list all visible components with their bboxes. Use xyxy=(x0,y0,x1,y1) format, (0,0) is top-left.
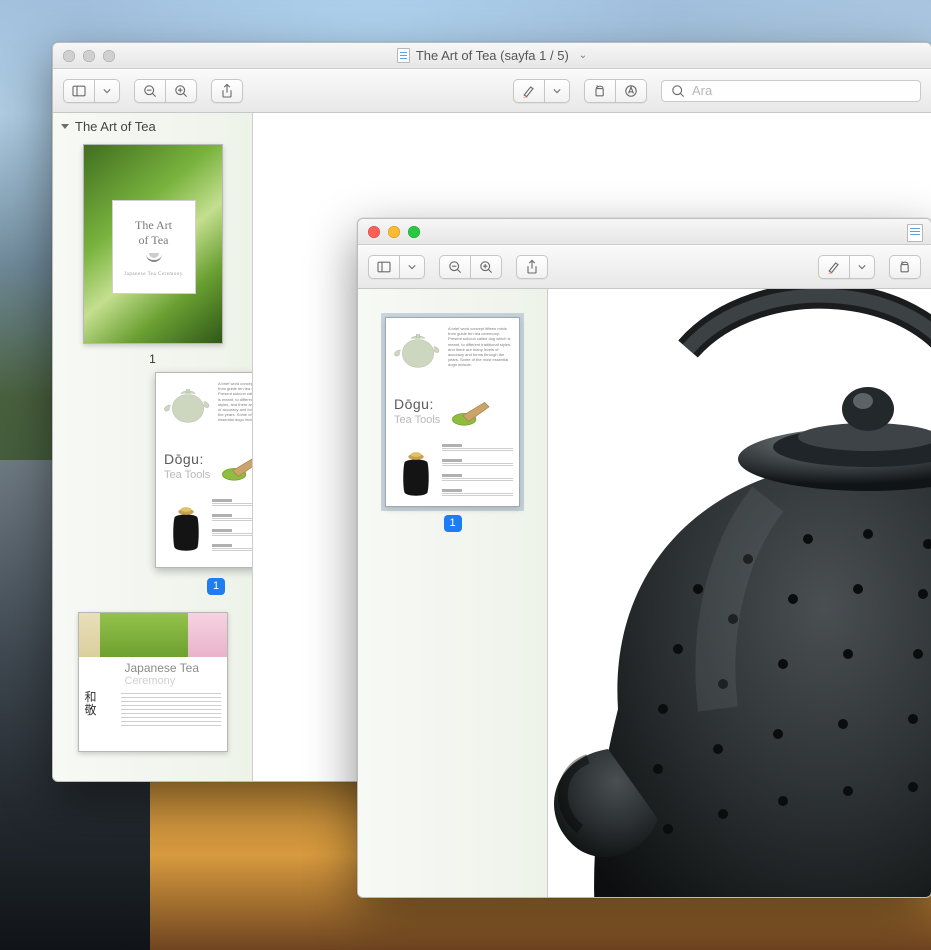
chevron-down-icon xyxy=(99,83,115,99)
rotate-icon xyxy=(897,259,913,275)
share-button[interactable] xyxy=(516,255,548,279)
sidebar-menu-button[interactable] xyxy=(399,255,425,279)
thumbnails-sidebar[interactable]: A brief word concept fifteen minis from … xyxy=(358,289,548,897)
zoom-out-button[interactable] xyxy=(134,79,165,103)
search-field[interactable]: Ara xyxy=(661,80,921,102)
sidebar-title[interactable]: The Art of Tea xyxy=(53,113,252,140)
zoom-out-icon xyxy=(142,83,158,99)
close-button[interactable] xyxy=(63,50,75,62)
highlight-menu-button[interactable] xyxy=(544,79,570,103)
zoom-out-button[interactable] xyxy=(439,255,470,279)
share-icon xyxy=(524,259,540,275)
sidebar-title-text: The Art of Tea xyxy=(75,119,156,134)
zoom-button[interactable] xyxy=(408,226,420,238)
zoom-in-icon xyxy=(478,259,494,275)
teapot-image xyxy=(548,289,931,897)
dragged-page-badge: 1 xyxy=(207,578,225,595)
cover-title-line2: of Tea xyxy=(139,233,169,248)
share-icon xyxy=(219,83,235,99)
markup-icon xyxy=(623,83,639,99)
page-badge-1: 1 xyxy=(444,515,462,532)
sidebar-toggle-button[interactable] xyxy=(368,255,399,279)
search-icon xyxy=(670,83,686,99)
rotate-button[interactable] xyxy=(889,255,921,279)
highlight-menu-button[interactable] xyxy=(849,255,875,279)
page-thumbnail-3[interactable]: Japanese Tea Ceremony 和 敬 xyxy=(78,612,228,752)
document-proxy-icon[interactable] xyxy=(397,48,410,63)
chevron-down-icon xyxy=(404,259,420,275)
dogu-title: Dōgu: xyxy=(394,396,434,412)
rotate-icon xyxy=(592,83,608,99)
toolbar xyxy=(358,245,931,289)
minimize-button[interactable] xyxy=(388,226,400,238)
highlighter-icon xyxy=(826,259,842,275)
page-thumbnail-1[interactable]: A brief word concept fifteen minis from … xyxy=(385,317,520,507)
jtc-art: Japanese Tea Ceremony 和 敬 xyxy=(79,613,227,751)
zoom-in-icon xyxy=(173,83,189,99)
share-button[interactable] xyxy=(211,79,243,103)
document-pane[interactable] xyxy=(548,289,931,897)
jtc-title: Japanese Tea xyxy=(125,661,200,675)
close-button[interactable] xyxy=(368,226,380,238)
sidebar-icon xyxy=(71,83,87,99)
window-title-text: The Art of Tea (sayfa 1 / 5) xyxy=(416,48,569,63)
preview-window-2[interactable]: A brief word concept fifteen minis from … xyxy=(357,218,931,898)
chevron-down-icon xyxy=(854,259,870,275)
zoom-button[interactable] xyxy=(103,50,115,62)
highlight-button[interactable] xyxy=(513,79,544,103)
dogu-subtitle: Tea Tools xyxy=(394,414,440,426)
zoom-in-button[interactable] xyxy=(470,255,502,279)
jtc-kanji: 和 敬 xyxy=(85,691,115,716)
search-placeholder: Ara xyxy=(692,83,712,98)
minimize-button[interactable] xyxy=(83,50,95,62)
dogu-art: A brief word concept fifteen minis from … xyxy=(156,373,253,567)
titlebar[interactable] xyxy=(358,219,931,245)
cover-subtitle: Japanese Tea Ceremony xyxy=(124,272,183,277)
cover-art: The Art of Tea Japanese Tea Ceremony xyxy=(84,145,222,343)
titlebar[interactable]: The Art of Tea (sayfa 1 / 5) ⌄ xyxy=(53,43,931,69)
dogu-subtitle: Tea Tools xyxy=(164,469,210,481)
title-chevron-icon[interactable]: ⌄ xyxy=(579,50,587,61)
cup-icon xyxy=(146,254,162,262)
page-number-1: 1 xyxy=(149,352,156,366)
highlighter-icon xyxy=(521,83,537,99)
toolbar: Ara xyxy=(53,69,931,113)
markup-button[interactable] xyxy=(615,79,647,103)
page-thumbnail-1[interactable]: The Art of Tea Japanese Tea Ceremony xyxy=(83,144,223,344)
rotate-button[interactable] xyxy=(584,79,615,103)
chevron-down-icon xyxy=(549,83,565,99)
zoom-out-icon xyxy=(447,259,463,275)
sidebar-toggle-button[interactable] xyxy=(63,79,94,103)
document-proxy-icon[interactable] xyxy=(907,224,923,242)
dogu-art: A brief word concept fifteen minis from … xyxy=(386,318,519,506)
sidebar-menu-button[interactable] xyxy=(94,79,120,103)
thumbnails-sidebar[interactable]: The Art of Tea The Art of Tea Japanese T… xyxy=(53,113,253,781)
sidebar-icon xyxy=(376,259,392,275)
dragged-page-thumbnail[interactable]: A brief word concept fifteen minis from … xyxy=(155,372,253,568)
highlight-button[interactable] xyxy=(818,255,849,279)
window-title: The Art of Tea (sayfa 1 / 5) ⌄ xyxy=(53,48,931,63)
jtc-subtitle: Ceremony xyxy=(125,675,176,687)
cover-title-line1: The Art xyxy=(135,218,172,233)
dogu-title: Dōgu: xyxy=(164,451,204,467)
zoom-in-button[interactable] xyxy=(165,79,197,103)
